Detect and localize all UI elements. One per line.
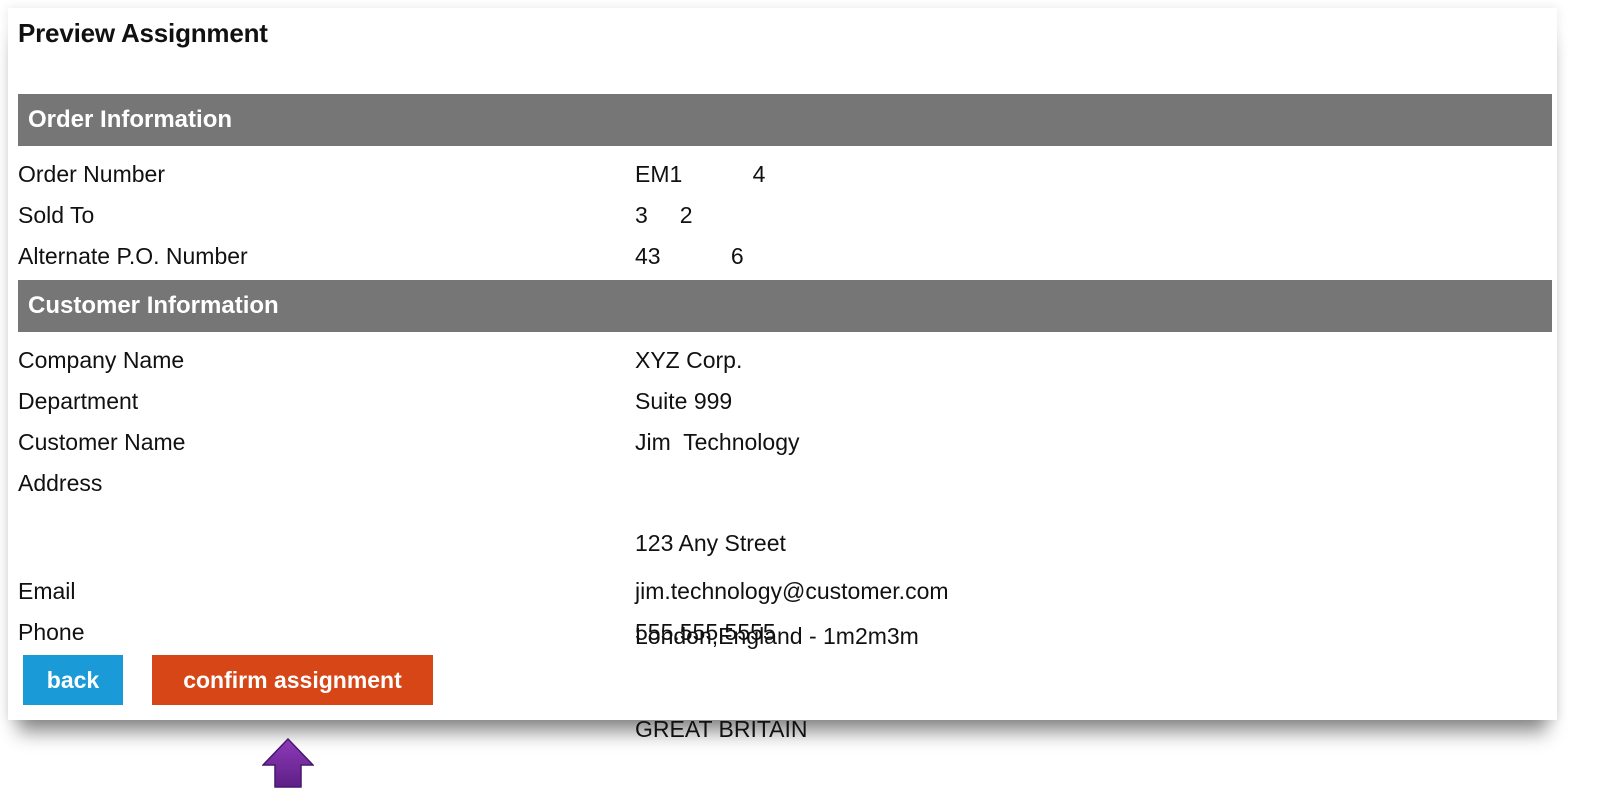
customer-information-header: Customer Information — [18, 280, 1552, 332]
address-label: Address — [18, 470, 103, 496]
phone-label: Phone — [18, 619, 85, 645]
sold-to-label: Sold To — [18, 202, 95, 228]
preview-assignment-panel: Preview Assignment Order Information Ord… — [8, 8, 1557, 742]
company-name-value: XYZ Corp. — [635, 347, 743, 373]
up-arrow-icon — [262, 738, 314, 788]
address-line-3: GREAT BRITAIN — [635, 716, 808, 742]
customer-name-value: Jim Technology — [635, 429, 800, 455]
department-label: Department — [18, 388, 139, 414]
alternate-po-number-value: 43 6 — [635, 243, 744, 269]
address-line-1: 123 Any Street — [635, 530, 786, 556]
order-information-header: Order Information — [18, 94, 1552, 146]
confirm-assignment-button[interactable]: confirm assignment — [152, 655, 433, 705]
page-title: Preview Assignment — [18, 18, 268, 48]
phone-value: 555.555.5555 — [635, 619, 776, 645]
order-number-value: EM1 4 — [635, 161, 766, 187]
department-value: Suite 999 — [635, 388, 733, 414]
sold-to-value: 3 2 — [635, 202, 693, 228]
email-value: jim.technology@customer.com — [635, 578, 949, 604]
back-button[interactable]: back — [23, 655, 123, 705]
email-label: Email — [18, 578, 76, 604]
company-name-label: Company Name — [18, 347, 185, 373]
alternate-po-number-label: Alternate P.O. Number — [18, 243, 248, 269]
customer-name-label: Customer Name — [18, 429, 186, 455]
order-number-label: Order Number — [18, 161, 165, 187]
